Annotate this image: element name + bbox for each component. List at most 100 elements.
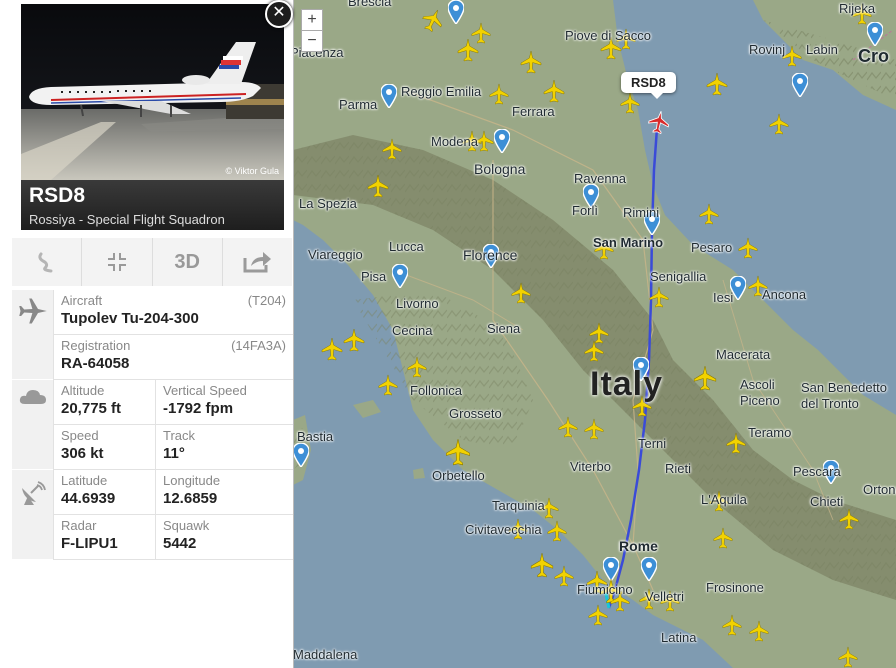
airline-name: Rossiya - Special Flight Squadron	[29, 212, 225, 227]
altitude-label: Altitude	[61, 383, 105, 398]
show-route-button[interactable]	[12, 238, 83, 286]
city-label: Velletri	[645, 589, 685, 604]
altitude-field: Altitude 20,775 ft	[53, 380, 155, 425]
flight-action-bar: 3D	[12, 238, 292, 286]
vertical-speed-field: Vertical Speed -1792 fpm	[155, 380, 293, 425]
vertical-speed-label: Vertical Speed	[163, 383, 247, 398]
city-label: Iesi	[713, 290, 734, 305]
radar-dish-icon	[22, 481, 46, 505]
collapse-icon	[105, 251, 128, 273]
city-label: Pisa	[361, 269, 387, 284]
squawk-value: 5442	[163, 535, 197, 552]
track-label: Track	[163, 428, 196, 443]
flight-info-panel: © Viktor Gula ✕ RSD8 Rossiya - Special F…	[0, 0, 294, 668]
flight-callsign: RSD8	[29, 184, 86, 207]
aircraft-label: Aircraft	[61, 293, 103, 308]
city-label: Forlì	[572, 203, 598, 218]
registration-label: Registration	[61, 338, 131, 353]
zoom-out-button[interactable]: −	[301, 30, 323, 52]
city-label: Chieti	[810, 494, 844, 509]
speed-value: 306 kt	[61, 445, 104, 462]
city-label: Florence	[463, 247, 518, 263]
city-label: Cro	[858, 46, 889, 66]
flight-title-bar: RSD8 Rossiya - Special Flight Squadron	[21, 180, 284, 230]
cockpit-view-button[interactable]	[82, 238, 153, 286]
city-label: Brescia	[348, 0, 392, 9]
latitude-value: 44.6939	[61, 490, 116, 507]
aircraft-section-icon-cell	[12, 290, 53, 379]
city-label: Pescara	[793, 464, 841, 479]
share-button[interactable]	[222, 238, 292, 286]
aircraft-value: Tupolev Tu-204-300	[61, 310, 199, 327]
longitude-label: Longitude	[163, 473, 221, 488]
track-value: 11°	[163, 445, 185, 462]
city-label: Cecina	[392, 323, 433, 338]
airplane-icon	[19, 298, 47, 324]
city-label: Maddalena	[293, 647, 358, 662]
city-label: Livorno	[396, 296, 439, 311]
selected-flight-label[interactable]: RSD8	[621, 72, 676, 99]
city-label: Bastia	[297, 429, 334, 444]
city-label: Rome	[619, 538, 658, 554]
cloud-icon	[19, 390, 46, 404]
speed-label: Speed	[61, 428, 99, 443]
close-button[interactable]: ✕	[265, 0, 293, 28]
vertical-speed-value: -1792 fpm	[163, 400, 234, 417]
city-label: Ascoli Piceno	[740, 377, 780, 408]
aircraft-field: Aircraft (T204) Tupolev Tu-204-300	[53, 290, 293, 335]
city-label: Piove di Sacco	[565, 28, 651, 43]
position-section-icon-cell	[12, 470, 53, 559]
city-label: Grosseto	[449, 406, 502, 421]
city-label: Senigallia	[650, 269, 707, 284]
close-icon: ✕	[272, 4, 286, 21]
city-label: La Spezia	[299, 196, 357, 211]
city-label: Fiumicino	[577, 582, 633, 597]
city-label: Labin	[806, 42, 838, 57]
view-3d-button[interactable]: 3D	[152, 238, 223, 286]
radar-value: F-LIPU1	[61, 535, 118, 552]
city-label: Bologna	[474, 161, 526, 177]
route-icon	[38, 252, 53, 273]
city-label: San Marino	[593, 235, 664, 250]
flight-map[interactable]: Brescia Piove di Sacco Rijeka Rovinj Lab…	[293, 0, 896, 668]
city-label: Ortona	[863, 482, 896, 497]
city-label: Follonica	[410, 383, 463, 398]
city-label: Civitavecchia	[465, 522, 542, 537]
country-label: Italy	[590, 365, 664, 403]
view-3d-label: 3D	[174, 250, 200, 273]
city-label: Lucca	[389, 239, 424, 254]
photo-credit: © Viktor Gula	[225, 166, 280, 176]
aircraft-type-code: (T204)	[247, 293, 286, 308]
registration-value: RA-64058	[61, 355, 130, 372]
registration-code: (14FA3A)	[231, 338, 286, 353]
city-label: Modena	[431, 134, 478, 149]
city-label: San Benedetto del Tronto	[801, 380, 888, 411]
city-label: Ferrara	[512, 104, 555, 119]
radar-label: Radar	[61, 518, 97, 533]
city-label: L'Aquila	[701, 492, 747, 507]
city-label: Pesaro	[691, 240, 733, 255]
radar-field: Radar F-LIPU1	[53, 515, 155, 560]
map-terrain	[293, 0, 896, 668]
latitude-field: Latitude 44.6939	[53, 470, 155, 515]
share-icon	[243, 252, 272, 273]
city-label: Frosinone	[706, 580, 764, 595]
city-label: Rimini	[623, 205, 660, 220]
zoom-in-button[interactable]: +	[301, 9, 323, 31]
track-field: Track 11°	[155, 425, 293, 470]
city-label: Reggio Emilia	[401, 84, 482, 99]
city-label: Ravenna	[574, 171, 627, 186]
altitude-section-icon-cell	[12, 380, 53, 469]
longitude-value: 12.6859	[163, 490, 218, 507]
squawk-field: Squawk 5442	[155, 515, 293, 560]
city-label: Ancona	[762, 287, 807, 302]
latitude-label: Latitude	[61, 473, 108, 488]
city-label: Latina	[661, 630, 697, 645]
city-label: Rovinj	[749, 42, 786, 57]
city-label: Parma	[339, 97, 378, 112]
city-label: Tarquinia	[492, 498, 545, 513]
city-label: Orbetello	[432, 468, 485, 483]
speed-field: Speed 306 kt	[53, 425, 155, 470]
city-label: Teramo	[748, 425, 792, 440]
city-label: Rieti	[665, 461, 692, 476]
